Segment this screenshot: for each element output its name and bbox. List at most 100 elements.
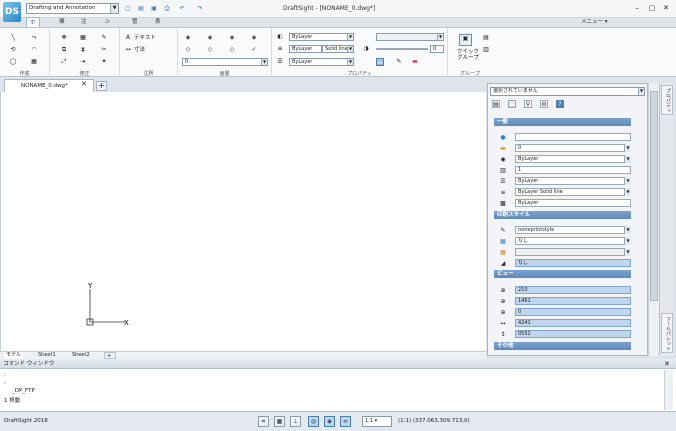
linestyle-select[interactable]: Solid line ▼ [322, 45, 354, 53]
close-icon[interactable]: ✕ [664, 360, 670, 368]
match-brush-icon[interactable]: ▬ [411, 58, 419, 66]
tab-sheet2[interactable]: Sheet2 [70, 352, 92, 359]
lineweight-select[interactable]: ByLayer ▼ [289, 58, 354, 66]
erase-icon[interactable]: ✎ [100, 34, 108, 42]
properties-scrollbar[interactable] [648, 83, 659, 356]
mirror-icon[interactable]: ⧗ [79, 46, 87, 54]
tab-tool-palette[interactable]: ツールパレット [661, 313, 673, 353]
transparency-value[interactable]: 0 [430, 45, 444, 53]
chevron-down-icon[interactable]: ▼ [347, 59, 353, 65]
redo-icon[interactable]: ↷ [196, 5, 204, 13]
chevron-down-icon[interactable]: ▼ [347, 46, 353, 52]
tab-manage[interactable]: 管理 [129, 17, 141, 35]
tab-model[interactable]: モデル [4, 352, 24, 359]
layer-prev-icon[interactable]: ◈ [250, 34, 258, 42]
property-value[interactable]: ByLayer [515, 155, 631, 163]
quick-group-icon[interactable]: ▣ [459, 34, 472, 46]
property-value[interactable] [515, 248, 631, 256]
transparency-icon[interactable]: ◑ [362, 45, 370, 53]
copy-icon[interactable]: ⧉ [60, 46, 68, 54]
trim-icon[interactable]: ✂ [100, 46, 108, 54]
polar-icon[interactable]: ◎ [308, 416, 319, 427]
chevron-down-icon[interactable]: ▼ [624, 248, 631, 256]
chevron-down-icon[interactable]: ▼ [624, 226, 631, 234]
layer-select[interactable]: 0 ▼ [182, 58, 268, 66]
section-misc[interactable]: その他 [494, 342, 631, 350]
chevron-down-icon[interactable]: ▼ [624, 155, 631, 163]
hatch-icon[interactable]: ▦ [30, 58, 38, 66]
help-icon[interactable]: ? [556, 100, 564, 108]
tab-properties[interactable]: プロパティ [661, 85, 673, 115]
layer-lock-icon[interactable]: ◇ [228, 46, 236, 54]
extend-icon[interactable]: ⇥ [79, 58, 87, 66]
save-icon[interactable]: ▣ [150, 5, 158, 13]
tab-sheet[interactable]: シート [102, 17, 114, 45]
property-value[interactable]: 0 [515, 144, 631, 152]
linetype-select[interactable]: ByLayer [289, 45, 322, 53]
section-general[interactable]: 一般 [494, 118, 631, 126]
add-tab-icon[interactable]: + [96, 81, 107, 91]
layer-iso-icon[interactable]: ◈ [228, 34, 236, 42]
property-value[interactable]: ByLayer [515, 177, 631, 185]
chevron-down-icon[interactable]: ▼ [624, 144, 631, 152]
chevron-down-icon[interactable]: ▼ [624, 237, 631, 245]
property-value[interactable]: 1 [515, 166, 631, 174]
chevron-down-icon[interactable]: ▼ [261, 59, 267, 65]
command-scrollbar[interactable] [664, 370, 673, 410]
text-button[interactable]: テキスト [134, 34, 156, 42]
lineweight-icon[interactable]: ☰ [276, 58, 284, 66]
arc-icon[interactable]: ◠ [30, 46, 38, 54]
chevron-down-icon[interactable]: ▼ [624, 177, 631, 185]
property-value[interactable]: noneprintstyle [515, 226, 631, 234]
circle-icon[interactable]: ◯ [9, 58, 17, 66]
property-value[interactable] [515, 133, 631, 141]
section-view[interactable]: ビュー [494, 270, 631, 278]
print-icon[interactable]: ⎙ [163, 5, 171, 13]
grid-icon[interactable]: ▦ [274, 416, 285, 427]
esnap-icon[interactable]: ◈ [324, 416, 335, 427]
layer-manager-icon[interactable]: ◈ [184, 34, 192, 42]
layer-match-icon[interactable]: ✓ [250, 46, 258, 54]
match-properties-icon[interactable]: ◐ [276, 33, 284, 41]
drawing-canvas[interactable]: Y X [0, 92, 486, 351]
new-file-icon[interactable]: ▢ [124, 5, 132, 13]
linetype-icon[interactable]: ≡ [276, 45, 284, 53]
chevron-down-icon[interactable]: ▼ [437, 34, 443, 40]
undo-icon[interactable]: ↶ [178, 5, 186, 13]
command-prompt[interactable]: 1 移動 [4, 396, 20, 404]
blank-select[interactable]: ▼ [376, 33, 444, 41]
rotate-icon[interactable]: ⟲ [9, 46, 17, 54]
move-icon[interactable]: ✥ [60, 34, 68, 42]
ungroup-icon[interactable]: ▥ [482, 46, 490, 54]
property-value[interactable]: ByLayer [515, 199, 631, 207]
tab-annotate[interactable]: 注釈 [78, 17, 90, 35]
workspace-select[interactable]: Drafting and Annotation ▼ [26, 3, 119, 14]
property-value[interactable]: なし [515, 237, 631, 245]
explode-icon[interactable]: ✦ [100, 58, 108, 66]
dimension-icon[interactable]: ↔ [124, 46, 132, 54]
minimize-icon[interactable]: – [631, 3, 643, 13]
tab-view[interactable]: 表示 [152, 17, 164, 35]
select-objects-icon[interactable]: ⬚ [508, 100, 516, 108]
property-value[interactable]: 210 [515, 286, 631, 294]
polyline-icon[interactable]: ⤳ [30, 34, 38, 42]
quick-group-button[interactable]: クイック グループ [454, 49, 482, 61]
chevron-down-icon[interactable]: ▼ [624, 188, 631, 196]
pattern-icon[interactable]: ▦ [79, 34, 87, 42]
tab-home[interactable]: ホーム [26, 17, 40, 46]
toggle-pickadd-icon[interactable]: ▤ [492, 100, 500, 108]
property-value[interactable]: 1461 [515, 297, 631, 305]
etrack-icon[interactable]: ∞ [340, 416, 351, 427]
open-file-icon[interactable]: ▤ [137, 5, 145, 13]
property-value[interactable]: 0 [515, 308, 631, 316]
layer-freeze-icon[interactable]: ◇ [206, 46, 214, 54]
add-sheet-icon[interactable]: + [104, 352, 116, 359]
close-icon[interactable]: ✕ [660, 3, 672, 13]
tab-insert[interactable]: 挿入 [56, 17, 68, 35]
text-icon[interactable]: A [124, 34, 132, 42]
scale-select[interactable]: 1:1 ▾ [362, 416, 392, 427]
dimension-button[interactable]: 寸法 [134, 46, 145, 54]
scrollbar-thumb[interactable] [650, 91, 658, 301]
property-value[interactable]: 4241 [515, 319, 631, 327]
property-value[interactable]: 0552 [515, 330, 631, 338]
